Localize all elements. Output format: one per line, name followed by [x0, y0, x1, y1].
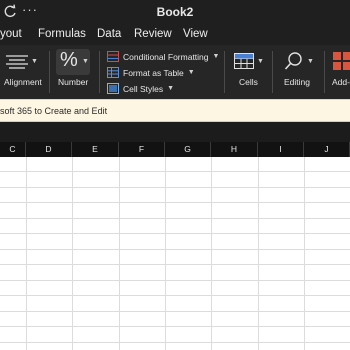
cell-styles-label: Cell Styles	[123, 83, 164, 94]
document-title-text: Book2	[156, 5, 194, 19]
message-text: soft 365 to Create and Edit	[0, 106, 108, 116]
addins-icon	[333, 52, 350, 70]
editing-label: Editing	[284, 77, 310, 87]
tab-review[interactable]: Review	[134, 28, 172, 40]
gridlines	[0, 157, 350, 350]
number-label: Number	[58, 77, 89, 87]
format-as-table-label: Format as Table	[123, 67, 184, 78]
title-bar: ··· Book2	[0, 0, 350, 24]
column-header-i[interactable]: I	[258, 142, 304, 157]
document-title: Book2	[0, 5, 350, 19]
percent-icon: %	[60, 49, 78, 71]
alignment-label: Alignment	[4, 77, 42, 87]
tab-page-layout[interactable]: yout	[0, 28, 22, 40]
format-as-table-button[interactable]: Format as Table ▼	[107, 67, 195, 78]
separator	[224, 51, 225, 93]
cell-styles-icon	[107, 83, 119, 94]
chevron-down-icon: ▼	[167, 85, 175, 92]
column-header-f[interactable]: F	[119, 142, 165, 157]
addins-label: Add-i	[332, 77, 350, 87]
separator	[324, 51, 325, 93]
cells-label: Cells	[239, 77, 258, 87]
magnifier-icon	[284, 52, 302, 70]
cells-icon	[234, 53, 254, 69]
column-header-c[interactable]: C	[0, 142, 26, 157]
column-header-e[interactable]: E	[72, 142, 119, 157]
separator	[99, 51, 100, 93]
ribbon: ▼ Alignment % ▼ Number Conditional Forma…	[0, 45, 350, 99]
column-header-j[interactable]: J	[304, 142, 350, 157]
separator	[272, 51, 273, 93]
chevron-down-icon: ▼	[257, 58, 264, 65]
formula-bar-area	[0, 122, 350, 142]
column-header-d[interactable]: D	[26, 142, 72, 157]
alignment-icon	[6, 55, 28, 69]
chevron-down-icon: ▼	[212, 53, 220, 60]
column-header-g[interactable]: G	[165, 142, 211, 157]
separator	[49, 51, 50, 93]
chevron-down-icon: ▼	[31, 58, 38, 65]
tab-view[interactable]: View	[183, 28, 208, 40]
conditional-formatting-button[interactable]: Conditional Formatting ▼	[107, 51, 219, 62]
message-bar: soft 365 to Create and Edit	[0, 99, 350, 122]
chevron-down-icon: ▼	[82, 58, 89, 65]
tab-formulas[interactable]: Formulas	[38, 28, 86, 40]
column-header-row: C D E F G H I J	[0, 142, 350, 157]
chevron-down-icon: ▼	[187, 69, 195, 76]
tab-data[interactable]: Data	[97, 28, 121, 40]
chevron-down-icon: ▼	[307, 58, 314, 65]
column-header-h[interactable]: H	[211, 142, 258, 157]
format-as-table-icon	[107, 67, 119, 78]
cell-styles-button[interactable]: Cell Styles ▼	[107, 83, 174, 94]
conditional-formatting-label: Conditional Formatting	[123, 51, 209, 62]
cell-grid[interactable]	[0, 157, 350, 350]
ribbon-tab-bar: yout Formulas Data Review View	[0, 24, 350, 45]
conditional-formatting-icon	[107, 51, 119, 62]
